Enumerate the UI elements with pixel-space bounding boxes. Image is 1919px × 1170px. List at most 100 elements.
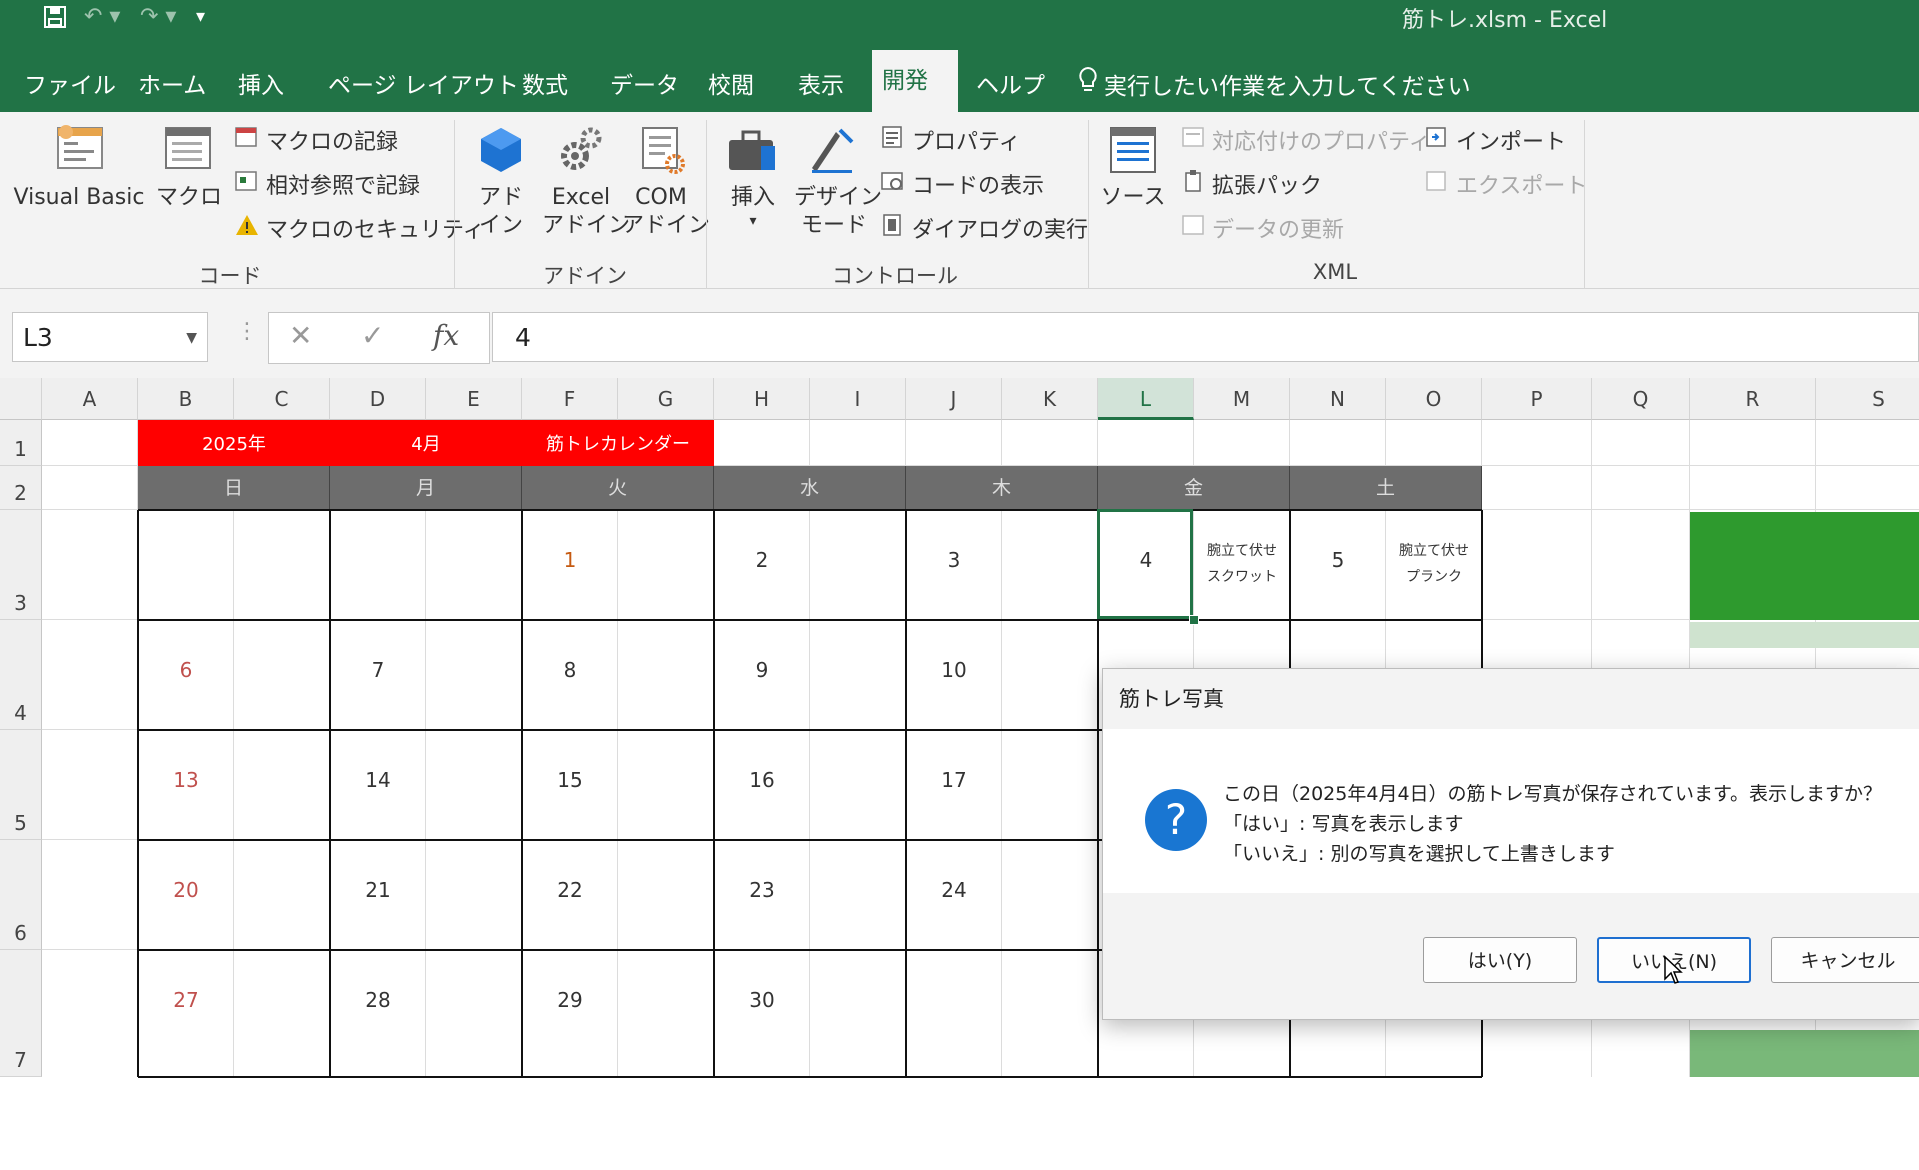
undo-icon[interactable]: ↶ ▾	[84, 4, 120, 29]
tab-file[interactable]: ファイル	[14, 62, 126, 112]
workout-note-line: 腕立て伏せ	[1207, 543, 1277, 559]
column-header-b[interactable]: B	[138, 378, 234, 420]
insert-function-icon[interactable]: fx	[433, 319, 459, 352]
tab-page-layout[interactable]: ページ レイアウト	[318, 62, 529, 112]
xml-export-button[interactable]: エクスポート	[1424, 168, 1587, 200]
fill-handle[interactable]	[1189, 615, 1199, 625]
xml-source-button[interactable]: ソース	[1100, 124, 1166, 212]
group-controls-label: コントロール	[832, 264, 958, 288]
active-cell-L3[interactable]	[1097, 509, 1193, 619]
column-header-f[interactable]: F	[522, 378, 618, 420]
relative-reference-button[interactable]: 相対参照で記録	[234, 168, 420, 200]
group-code-label: コード	[198, 264, 262, 288]
name-box[interactable]: L3 ▼	[12, 312, 208, 362]
customize-qat-icon[interactable]: ▾	[196, 6, 205, 27]
row-header-1[interactable]: 1	[0, 420, 42, 466]
tab-help[interactable]: ヘルプ	[966, 62, 1055, 112]
cancel-button[interactable]: キャンセル	[1771, 937, 1919, 983]
weekday-header: 土	[1290, 466, 1482, 510]
column-header-e[interactable]: E	[426, 378, 522, 420]
run-dialog-button[interactable]: ダイアログの実行	[880, 212, 1088, 244]
macros-icon	[156, 120, 222, 184]
redo-icon[interactable]: ↷ ▾	[140, 4, 176, 29]
row-header-3[interactable]: 3	[0, 510, 42, 620]
row-header-4[interactable]: 4	[0, 620, 42, 730]
column-header-d[interactable]: D	[330, 378, 426, 420]
more-options-icon[interactable]: ⋮	[236, 319, 258, 344]
expansion-pack-icon	[1180, 169, 1206, 199]
calendar-year: 2025年	[202, 434, 266, 455]
tab-developer[interactable]: 開発	[872, 50, 958, 112]
group-addins-label: アドイン	[543, 264, 627, 288]
chevron-down-icon[interactable]: ▼	[186, 313, 197, 363]
calendar-day: 13	[173, 768, 199, 792]
row-header-2[interactable]: 2	[0, 466, 42, 510]
macros-button[interactable]: マクロ	[156, 120, 222, 212]
column-header-c[interactable]: C	[234, 378, 330, 420]
design-mode-button[interactable]: デザイン モード	[794, 124, 882, 240]
view-code-button[interactable]: コードの表示	[880, 168, 1044, 200]
refresh-data-button[interactable]: データの更新	[1180, 212, 1344, 244]
toolbox-icon	[718, 124, 788, 184]
dropdown-arrow-icon: ▾	[749, 213, 757, 229]
column-header-s[interactable]: S	[1816, 378, 1919, 420]
calendar-day: 2	[755, 548, 769, 572]
properties-button[interactable]: プロパティ	[880, 124, 1021, 156]
calendar-day: 3	[947, 548, 961, 572]
map-properties-button[interactable]: 対応付けのプロパティ	[1180, 124, 1431, 156]
export-icon	[1424, 169, 1450, 199]
tab-view[interactable]: 表示	[788, 62, 854, 112]
enter-icon[interactable]: ✓	[361, 319, 384, 352]
workout-note: 腕立て伏せ スクワット	[1194, 538, 1290, 590]
calendar-border	[138, 509, 1482, 511]
weekday-header: 月	[330, 466, 522, 510]
tab-insert[interactable]: 挿入	[228, 62, 294, 112]
tab-formulas[interactable]: 数式	[512, 62, 578, 112]
column-header-m[interactable]: M	[1194, 378, 1290, 420]
xml-import-button[interactable]: インポート	[1424, 124, 1566, 156]
column-header-a[interactable]: A	[42, 378, 138, 420]
column-header-i[interactable]: I	[810, 378, 906, 420]
visual-basic-button[interactable]: Visual Basic	[6, 120, 152, 212]
row-header-5[interactable]: 5	[0, 730, 42, 840]
macro-security-button[interactable]: マクロのセキュリティ	[234, 212, 485, 244]
select-all-corner[interactable]	[0, 378, 42, 420]
row-header-7[interactable]: 7	[0, 950, 42, 1077]
column-header-q[interactable]: Q	[1592, 378, 1690, 420]
column-header-o[interactable]: O	[1386, 378, 1482, 420]
message-dialog: 筋トレ写真 ? この日（2025年4月4日）の筋トレ写真が保存されています。表示…	[1102, 668, 1919, 1020]
weekday-header: 日	[138, 466, 330, 510]
record-macro-button[interactable]: マクロの記録	[234, 124, 398, 156]
tell-me-box[interactable]: 実行したい作業を入力してください	[1068, 62, 1481, 112]
column-header-p[interactable]: P	[1482, 378, 1592, 420]
calendar-day: 16	[749, 768, 775, 792]
com-addins-icon	[622, 124, 700, 184]
column-header-n[interactable]: N	[1290, 378, 1386, 420]
calendar-day: 1	[563, 548, 577, 572]
column-header-h[interactable]: H	[714, 378, 810, 420]
column-header-j[interactable]: J	[906, 378, 1002, 420]
calendar-border	[138, 619, 1482, 621]
addins-button[interactable]: アド イン	[470, 124, 532, 240]
dialog-message: この日（2025年4月4日）の筋トレ写真が保存されています。表示しますか？ 「は…	[1223, 783, 1883, 865]
column-header-r[interactable]: R	[1690, 378, 1816, 420]
formula-bar: L3 ▼ ⋮ ✕ ✓ fx 4	[0, 289, 1919, 378]
com-addins-button[interactable]: COM アドイン	[622, 124, 710, 240]
tab-home[interactable]: ホーム	[128, 62, 216, 112]
tab-review[interactable]: 校閲	[698, 62, 764, 112]
insert-control-button[interactable]: 挿入 ▾	[718, 124, 788, 230]
expansion-packs-button[interactable]: 拡張パック	[1180, 168, 1322, 200]
cancel-icon[interactable]: ✕	[289, 319, 312, 352]
calendar-title: 筋トレカレンダー	[546, 434, 690, 455]
warning-icon	[234, 213, 260, 243]
column-header-k[interactable]: K	[1002, 378, 1098, 420]
calendar-day: 17	[941, 768, 967, 792]
column-header-g[interactable]: G	[618, 378, 714, 420]
excel-addins-button[interactable]: Excel アドイン	[542, 124, 630, 240]
formula-input[interactable]: 4	[492, 312, 1919, 362]
save-icon[interactable]	[42, 4, 68, 36]
yes-button[interactable]: はい(Y)	[1423, 937, 1577, 983]
tab-data[interactable]: データ	[600, 62, 689, 112]
column-header-l[interactable]: L	[1098, 378, 1194, 420]
row-header-6[interactable]: 6	[0, 840, 42, 950]
